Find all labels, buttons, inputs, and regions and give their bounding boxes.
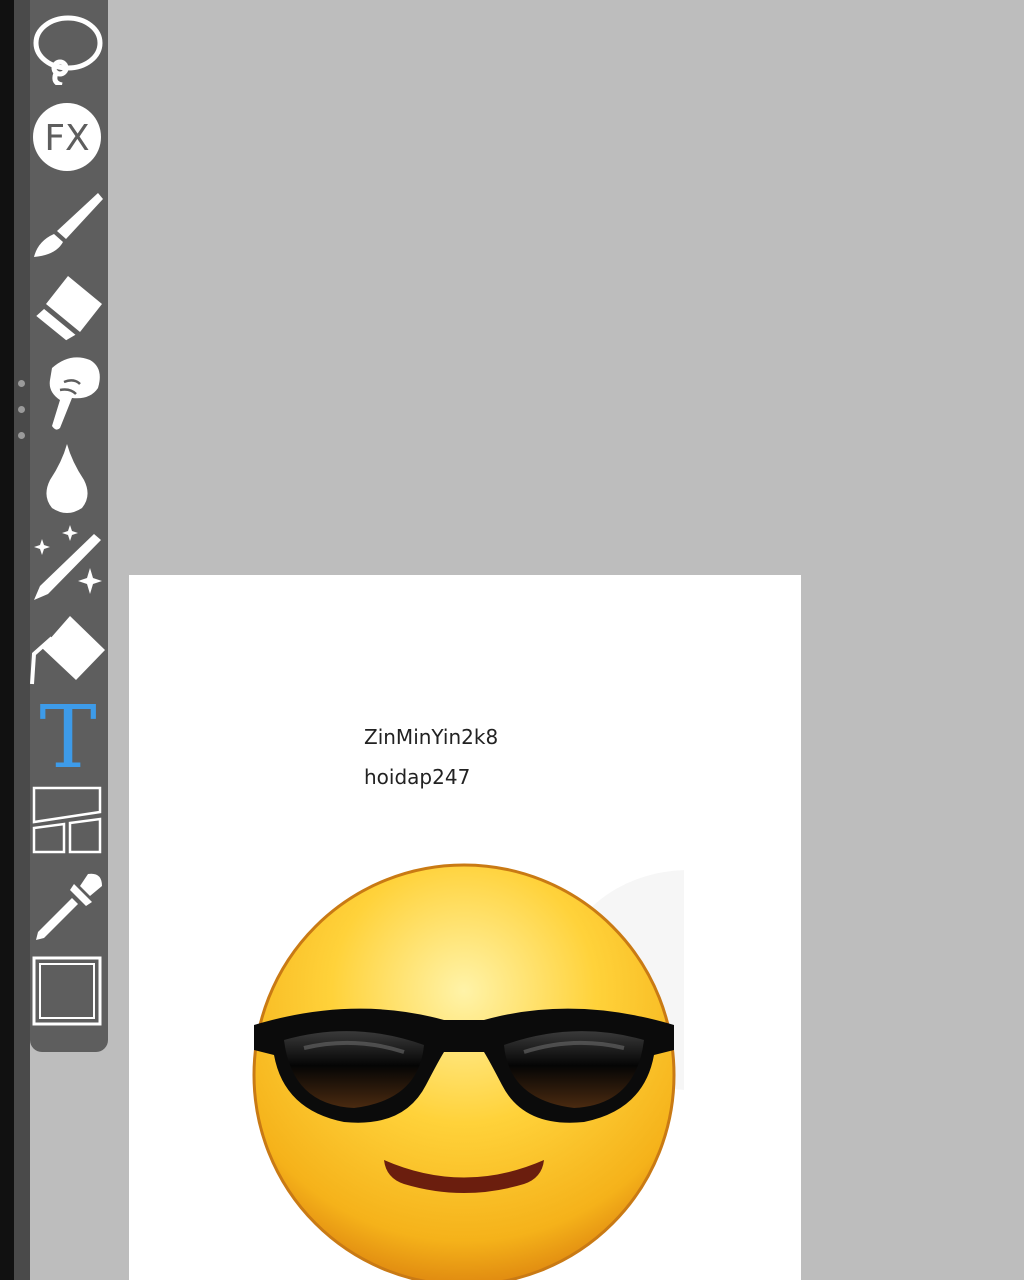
text-tool[interactable]: T: [30, 695, 108, 775]
smudge-finger-icon: [49, 357, 100, 430]
smudge-tool[interactable]: [30, 352, 108, 432]
fx-icon: FX: [33, 103, 101, 171]
blur-tool[interactable]: [30, 440, 108, 520]
lasso-icon: [33, 15, 103, 85]
canvas-text-site[interactable]: hoidap247: [364, 765, 470, 789]
drag-handle[interactable]: [16, 380, 26, 446]
eraser-icon: [31, 276, 102, 344]
fill-bucket-icon: [30, 616, 105, 685]
canvas-text-username[interactable]: ZinMinYin2k8: [364, 725, 498, 749]
frame-divider-tool[interactable]: [30, 782, 108, 862]
eraser-tool[interactable]: [30, 270, 108, 350]
smiling-face-with-sunglasses-icon: [252, 863, 801, 1280]
drawing-canvas[interactable]: ZinMinYin2k8 hoidap247: [129, 575, 801, 1280]
lasso-tool[interactable]: [30, 5, 108, 85]
magic-pen-tool[interactable]: [30, 522, 108, 602]
sunglasses-emoji: [244, 860, 801, 1280]
canvas-icon: [32, 956, 102, 1026]
fill-tool[interactable]: [30, 610, 108, 690]
fx-tool[interactable]: FX: [30, 100, 108, 180]
screen-edge: [0, 0, 14, 1280]
tool-palette: FX T: [30, 0, 108, 1052]
blur-drop-icon: [46, 444, 88, 513]
frame-divider-icon: [32, 786, 102, 854]
text-icon: T: [39, 695, 96, 775]
canvas-tool[interactable]: [30, 952, 108, 1032]
text-tool-glyph: T: [39, 695, 96, 775]
fx-label: FX: [44, 118, 89, 159]
eyedropper-icon: [36, 873, 102, 940]
eyedropper-tool[interactable]: [30, 868, 108, 948]
magic-pen-icon: [34, 525, 102, 600]
brush-tool[interactable]: [30, 185, 108, 265]
brush-icon: [34, 193, 103, 257]
layers-panel-edge[interactable]: [14, 0, 30, 1280]
